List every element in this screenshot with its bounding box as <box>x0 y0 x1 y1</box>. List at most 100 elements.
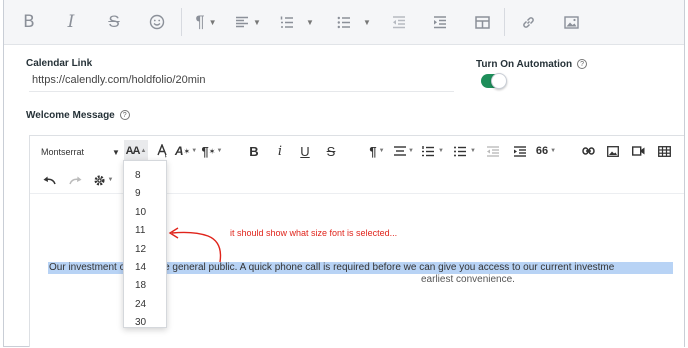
ordered-list-icon <box>422 145 435 156</box>
font-size-option[interactable]: 30 <box>124 314 166 332</box>
quote-icon: 66 <box>535 145 549 157</box>
outdent-button[interactable] <box>388 8 410 36</box>
text-color-button[interactable] <box>155 141 169 161</box>
font-size-option[interactable]: 24 <box>124 296 166 314</box>
font-size-icon: AA <box>125 145 141 157</box>
table-button[interactable] <box>470 8 494 36</box>
chevron-down-icon: ▼ <box>216 148 223 154</box>
paragraph-icon: ¶ <box>369 143 377 159</box>
chevron-down-icon: ▼ <box>112 147 120 157</box>
font-size-option[interactable]: 9 <box>124 185 166 203</box>
strikethrough-button[interactable]: S <box>324 141 338 161</box>
message-settings-panel: B I S ¶ ▼ ▼ ▼ ▼ Calendar Link https://ca… <box>3 0 685 347</box>
align-icon <box>236 16 249 28</box>
underline-button[interactable]: U <box>298 141 312 161</box>
image-icon <box>563 15 579 29</box>
font-family-select[interactable]: Montserrat ▼ <box>41 142 121 162</box>
chevron-down-icon: ▼ <box>208 17 217 27</box>
font-size-dropdown: 8 9 10 11 12 14 18 24 30 <box>123 160 167 328</box>
calendar-link-label: Calendar Link <box>26 58 93 69</box>
ordered-list-button[interactable]: ▼ <box>277 8 317 36</box>
quote-button[interactable]: 66 ▼ <box>535 141 557 161</box>
emoji-button[interactable] <box>145 8 169 36</box>
underline-icon: U <box>300 143 310 159</box>
insert-image-button[interactable] <box>605 141 621 161</box>
paragraph-style-button[interactable]: ¶ ✶ ▼ <box>201 141 223 161</box>
link-icon <box>522 16 534 28</box>
italic-button[interactable]: i <box>273 141 287 161</box>
outdent-icon <box>393 15 405 28</box>
font-family-value: Montserrat <box>41 147 85 157</box>
calendar-link-input[interactable]: https://calendly.com/holdfolio/20min <box>29 74 454 92</box>
indent-icon <box>434 15 446 28</box>
image-icon <box>607 145 619 157</box>
image-button[interactable] <box>560 8 582 36</box>
link-button[interactable] <box>580 141 596 161</box>
ordered-list-icon <box>280 16 294 28</box>
font-size-option[interactable]: 14 <box>124 259 166 277</box>
strikethrough-icon: S <box>326 143 336 159</box>
chevron-down-icon: ▼ <box>438 148 444 154</box>
align-button[interactable]: ▼ <box>233 8 263 36</box>
outdent-button[interactable] <box>485 141 501 161</box>
align-button[interactable]: ▼ <box>393 141 415 161</box>
chevron-down-icon: ▼ <box>550 148 557 154</box>
insert-table-button[interactable] <box>655 141 673 161</box>
italic-icon: i <box>277 143 283 159</box>
help-icon[interactable]: ? <box>119 110 130 120</box>
inline-style-button[interactable]: A ✶ ▼ <box>175 141 197 161</box>
chevron-down-icon: ▼ <box>363 17 371 27</box>
inline-style-icon: A <box>174 144 184 158</box>
ordered-list-button[interactable]: ▼ <box>419 141 447 161</box>
unordered-list-icon <box>337 16 351 28</box>
link-button[interactable] <box>517 8 539 36</box>
help-icon[interactable]: ? <box>577 59 588 69</box>
bold-button[interactable]: B <box>247 141 261 161</box>
unordered-list-button[interactable]: ▼ <box>451 141 479 161</box>
chevron-down-icon: ▼ <box>378 148 385 154</box>
chevron-down-icon: ▼ <box>253 17 261 27</box>
automation-toggle[interactable] <box>481 73 507 89</box>
unordered-list-button[interactable]: ▼ <box>334 8 374 36</box>
paragraph-icon: ¶ <box>195 12 205 31</box>
chevron-down-icon: ▼ <box>191 148 198 154</box>
bold-icon: B <box>249 143 259 159</box>
table-icon <box>657 145 671 157</box>
strikethrough-icon: S <box>108 12 120 31</box>
bold-button[interactable]: B <box>18 8 40 36</box>
strikethrough-button[interactable]: S <box>103 8 125 36</box>
emoji-icon <box>149 14 165 30</box>
indent-button[interactable] <box>512 141 528 161</box>
redo-icon <box>68 176 81 184</box>
toolbar-divider <box>504 8 505 36</box>
top-toolbar: B I S ¶ ▼ ▼ ▼ ▼ <box>4 0 684 45</box>
font-size-option[interactable]: 10 <box>124 204 166 222</box>
redo-button[interactable] <box>67 170 83 190</box>
undo-button[interactable] <box>41 170 57 190</box>
paragraph-format-button[interactable]: ¶ ▼ <box>366 141 388 161</box>
automation-label: Turn On Automation? <box>476 59 588 70</box>
unordered-list-icon <box>454 146 467 156</box>
font-size-option[interactable]: 12 <box>124 241 166 259</box>
welcome-message-label-text: Welcome Message <box>26 110 115 121</box>
font-size-button[interactable]: AA ▲ <box>124 140 148 162</box>
video-icon <box>631 146 644 156</box>
text-color-icon <box>157 144 167 158</box>
table-icon <box>474 15 490 29</box>
chevron-down-icon: ▼ <box>470 148 476 154</box>
font-size-option[interactable]: 11 <box>124 222 166 240</box>
automation-label-text: Turn On Automation <box>476 59 573 70</box>
bold-icon: B <box>23 12 35 32</box>
font-size-option[interactable]: 18 <box>124 277 166 295</box>
paragraph-format-button[interactable]: ¶ ▼ <box>191 8 221 36</box>
annotation-note: it should show what size font is selecte… <box>230 228 398 238</box>
align-icon <box>394 146 407 156</box>
undo-icon <box>43 176 56 184</box>
font-size-option[interactable]: 8 <box>124 167 166 185</box>
insert-video-button[interactable] <box>630 141 646 161</box>
more-settings-button[interactable]: ▼ <box>91 170 115 190</box>
outdent-icon <box>487 145 499 157</box>
indent-icon <box>514 145 526 157</box>
indent-button[interactable] <box>429 8 451 36</box>
italic-button[interactable]: I <box>60 8 82 36</box>
